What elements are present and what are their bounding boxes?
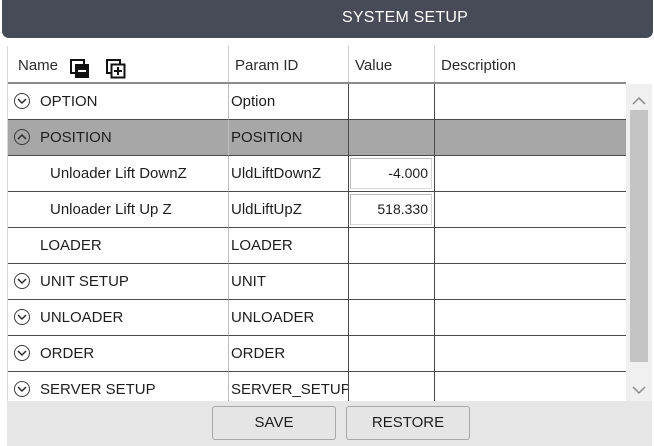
chevron-down-icon[interactable]: [14, 345, 30, 361]
chevron-down-icon[interactable]: [14, 381, 30, 397]
cell-value: [349, 300, 435, 336]
restore-button[interactable]: RESTORE: [346, 406, 470, 440]
cell-param-id: SERVER_SETUP: [229, 372, 349, 401]
table-row[interactable]: SERVER SETUP SERVER_SETUP: [8, 372, 626, 401]
cell-value: [349, 228, 435, 264]
cell-param-id: UldLiftUpZ: [229, 192, 349, 228]
table-row[interactable]: LOADER LOADER: [8, 228, 626, 264]
window-title: SYSTEM SETUP: [342, 9, 468, 26]
chevron-up-icon[interactable]: [14, 129, 30, 145]
cell-description[interactable]: [435, 84, 626, 120]
table-row[interactable]: Unloader Lift DownZ UldLiftDownZ -4.000: [8, 156, 626, 192]
cell-name[interactable]: POSITION: [8, 120, 229, 156]
cell-value: 518.330: [349, 192, 435, 228]
scroll-down-icon[interactable]: [632, 380, 646, 399]
row-name-label: UNLOADER: [40, 309, 124, 326]
column-header-value[interactable]: Value: [349, 46, 435, 82]
column-header-param-id[interactable]: Param ID: [229, 46, 349, 82]
chevron-down-icon[interactable]: [14, 93, 30, 109]
table-row[interactable]: ORDER ORDER: [8, 336, 626, 372]
cell-value: [349, 120, 435, 156]
row-name-label: LOADER: [40, 237, 102, 254]
cell-name[interactable]: SERVER SETUP: [8, 372, 229, 401]
cell-value: [349, 336, 435, 372]
table-row[interactable]: POSITION POSITION: [8, 120, 626, 156]
cell-param-id: POSITION: [229, 120, 349, 156]
cell-param-id: ORDER: [229, 336, 349, 372]
column-header-name-label: Name: [18, 57, 59, 74]
cell-name[interactable]: OPTION: [8, 84, 229, 120]
column-header-name[interactable]: Name: [8, 46, 229, 82]
cell-name[interactable]: UNLOADER: [8, 300, 229, 336]
scrollbar-thumb[interactable]: [630, 110, 648, 362]
table-row[interactable]: UNLOADER UNLOADER: [8, 300, 626, 336]
row-name-label: OPTION: [40, 93, 98, 110]
cell-name[interactable]: LOADER: [8, 228, 229, 264]
parameter-grid: Name Param ID Value Description OPTION O…: [7, 46, 626, 401]
table-row[interactable]: UNIT SETUP UNIT: [8, 264, 626, 300]
value-field[interactable]: -4.000: [350, 158, 432, 189]
cell-description[interactable]: [435, 372, 626, 401]
row-name-label: SERVER SETUP: [40, 381, 156, 398]
row-name-label: ORDER: [40, 345, 95, 362]
title-bar: SYSTEM SETUP: [2, 0, 653, 38]
cell-param-id: UNIT: [229, 264, 349, 300]
save-button[interactable]: SAVE: [212, 406, 336, 440]
scroll-up-icon[interactable]: [632, 91, 646, 110]
value-field[interactable]: 518.330: [350, 194, 432, 225]
cell-name[interactable]: Unloader Lift Up Z: [8, 192, 229, 228]
vertical-scrollbar[interactable]: [626, 84, 652, 401]
chevron-down-icon[interactable]: [14, 273, 30, 289]
cell-param-id: Option: [229, 84, 349, 120]
cell-name[interactable]: Unloader Lift DownZ: [8, 156, 229, 192]
cell-param-id: LOADER: [229, 228, 349, 264]
cell-description[interactable]: [435, 156, 626, 192]
row-name-label: POSITION: [40, 129, 112, 146]
cell-description[interactable]: [435, 264, 626, 300]
chevron-down-icon[interactable]: [14, 309, 30, 325]
table-row[interactable]: OPTION Option: [8, 84, 626, 120]
cell-description[interactable]: [435, 120, 626, 156]
grid-header: Name Param ID Value Description: [8, 46, 626, 84]
cell-description[interactable]: [435, 336, 626, 372]
cell-description[interactable]: [435, 228, 626, 264]
column-header-description[interactable]: Description: [435, 46, 626, 82]
cell-value: [349, 264, 435, 300]
cell-value: [349, 84, 435, 120]
cell-param-id: UldLiftDownZ: [229, 156, 349, 192]
row-name-label: Unloader Lift DownZ: [50, 165, 187, 182]
cell-param-id: UNLOADER: [229, 300, 349, 336]
cell-value: -4.000: [349, 156, 435, 192]
cell-name[interactable]: ORDER: [8, 336, 229, 372]
cell-description[interactable]: [435, 300, 626, 336]
cell-value: [349, 372, 435, 401]
table-row[interactable]: Unloader Lift Up Z UldLiftUpZ 518.330: [8, 192, 626, 228]
cell-description[interactable]: [435, 192, 626, 228]
row-name-label: Unloader Lift Up Z: [50, 201, 172, 218]
cell-name[interactable]: UNIT SETUP: [8, 264, 229, 300]
footer-bar: SAVE RESTORE: [7, 401, 652, 446]
row-name-label: UNIT SETUP: [40, 273, 129, 290]
